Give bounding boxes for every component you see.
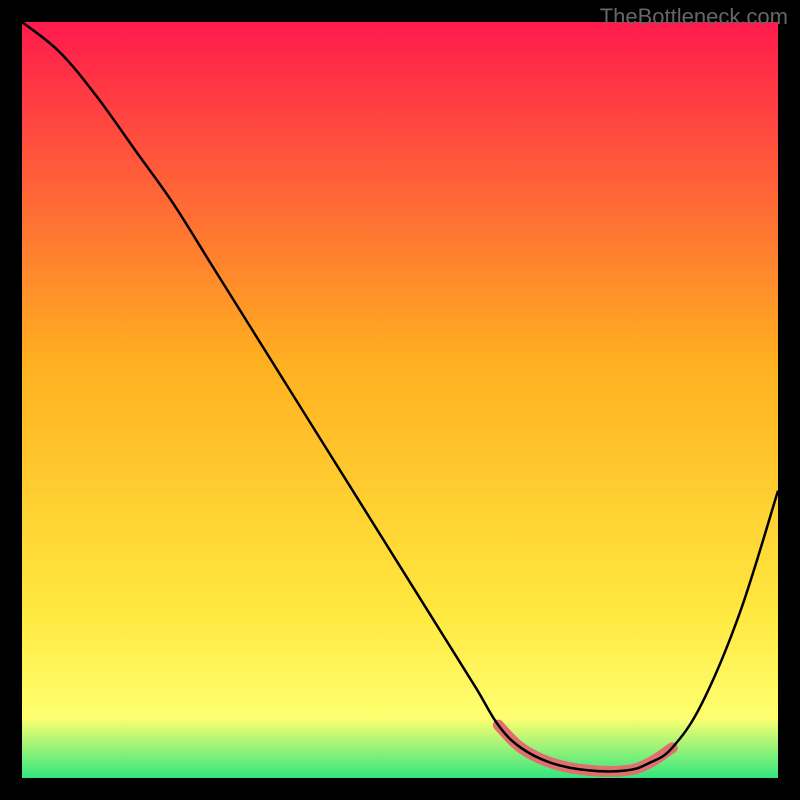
gradient-background xyxy=(22,22,778,778)
chart-svg xyxy=(22,22,778,778)
chart-frame: TheBottleneck.com xyxy=(0,0,800,800)
chart-plot xyxy=(22,22,778,778)
watermark-text: TheBottleneck.com xyxy=(600,4,788,30)
